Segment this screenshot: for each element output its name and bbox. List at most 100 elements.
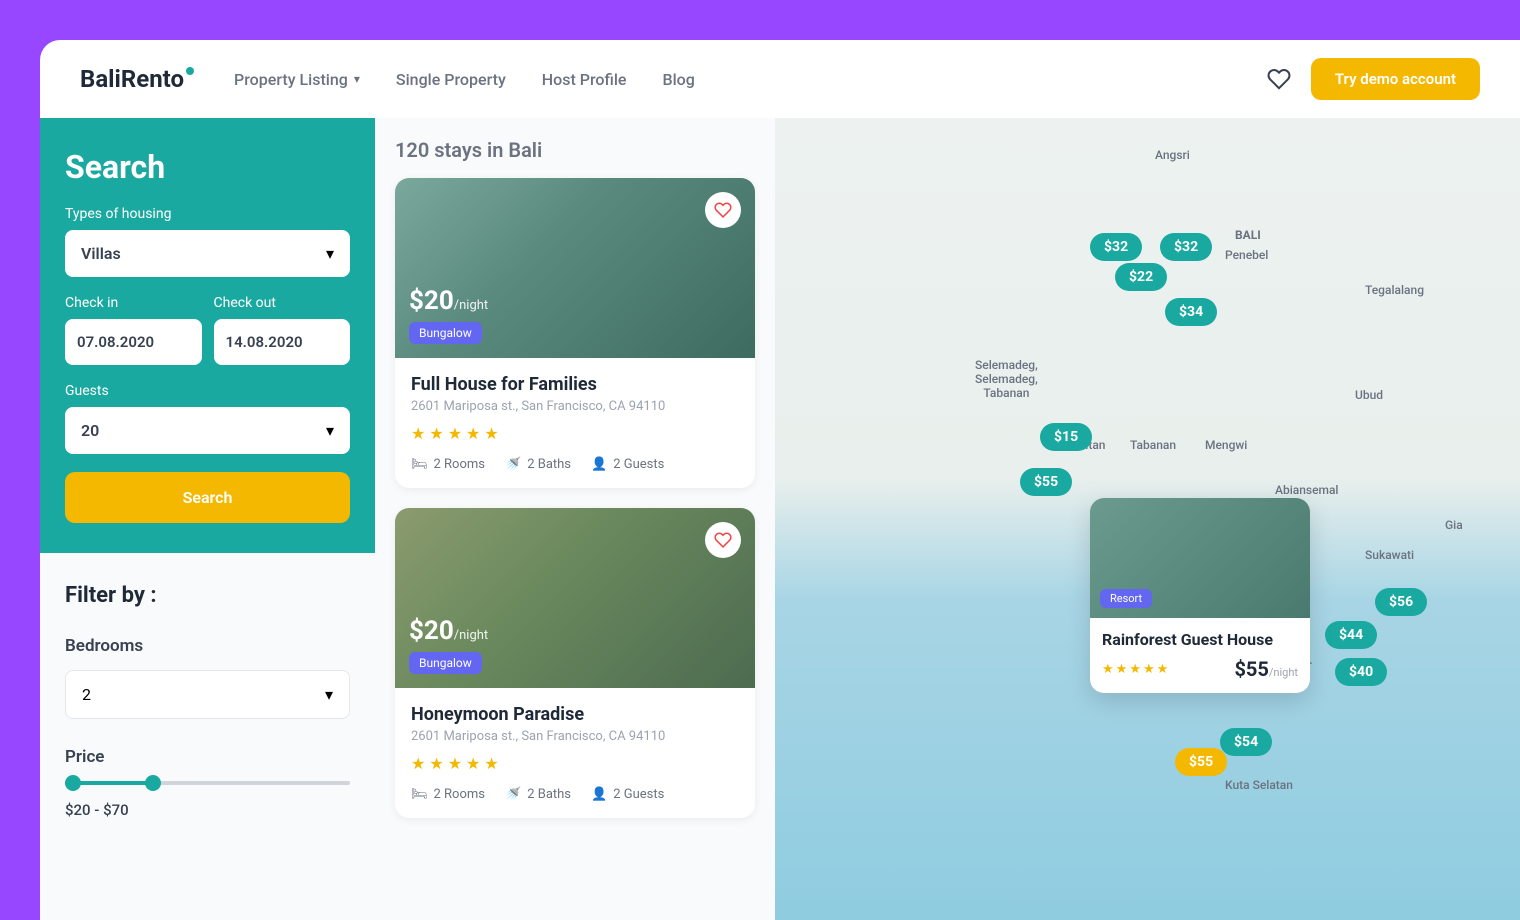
- map-label-abiansemal: Abiansemal: [1275, 483, 1339, 497]
- filter-title: Filter by :: [65, 583, 350, 608]
- shower-icon: 🚿: [505, 457, 521, 472]
- housing-select[interactable]: Villas ▾: [65, 230, 350, 277]
- map-price-pin[interactable]: $56: [1375, 588, 1427, 616]
- price-range-text: $20 - $70: [65, 801, 350, 819]
- checkout-label: Check out: [214, 295, 351, 311]
- popup-stars: ★★★★★: [1102, 662, 1168, 677]
- shower-icon: 🚿: [505, 787, 521, 802]
- stat-baths: 🚿2 Baths: [505, 787, 571, 802]
- bedrooms-select[interactable]: 2 ▾: [65, 670, 350, 719]
- listing-tag: Bungalow: [409, 322, 482, 344]
- map-label-mengwi: Mengwi: [1205, 438, 1247, 452]
- guests-value: 20: [81, 421, 99, 440]
- stat-rooms: 🛏2 Rooms: [411, 457, 485, 472]
- map-label-gianyar: Gia: [1445, 518, 1463, 532]
- star-icon: ★: [411, 754, 425, 773]
- listing-image: $20/night Bungalow: [395, 508, 755, 688]
- listing-title: Full House for Families: [411, 374, 739, 395]
- map[interactable]: Angsri BALI Penebel Tegalalang Ubud Sele…: [775, 118, 1520, 920]
- map-price-pin[interactable]: $44: [1325, 621, 1377, 649]
- bedrooms-value: 2: [82, 685, 91, 704]
- nav-host-profile[interactable]: Host Profile: [542, 70, 627, 89]
- star-icon: ★: [448, 754, 462, 773]
- logo[interactable]: BaliRento: [80, 65, 194, 93]
- map-price-pin[interactable]: $15: [1040, 423, 1092, 451]
- demo-account-button[interactable]: Try demo account: [1311, 58, 1480, 100]
- stat-guests: 👤2 Guests: [591, 457, 664, 472]
- card-body: Honeymoon Paradise 2601 Mariposa st., Sa…: [395, 688, 755, 818]
- chevron-down-icon: ▾: [325, 685, 333, 704]
- map-label-sukawati: Sukawati: [1365, 548, 1414, 562]
- listing-address: 2601 Mariposa st., San Francisco, CA 941…: [411, 729, 739, 744]
- content: Search Types of housing Villas ▾ Check i…: [40, 118, 1520, 920]
- slider-thumb-min[interactable]: [65, 775, 81, 791]
- star-icon: ★: [448, 424, 462, 443]
- price-unit: /night: [454, 298, 488, 313]
- star-icon: ★: [429, 424, 443, 443]
- listing-image: $20/night Bungalow: [395, 178, 755, 358]
- bed-icon: 🛏: [411, 787, 428, 802]
- map-price-pin[interactable]: $32: [1090, 233, 1142, 261]
- listing-price: $20: [409, 286, 454, 316]
- slider-thumb-max[interactable]: [145, 775, 161, 791]
- person-icon: 👤: [591, 787, 607, 802]
- nav-single-property[interactable]: Single Property: [396, 70, 506, 89]
- star-icon: ★: [429, 754, 443, 773]
- map-price-pin[interactable]: $32: [1160, 233, 1212, 261]
- nav-blog[interactable]: Blog: [663, 70, 695, 89]
- brand-text: BaliRento: [80, 65, 184, 93]
- checkin-input[interactable]: 07.08.2020: [65, 319, 202, 365]
- favorite-button[interactable]: [705, 522, 741, 558]
- star-icon: ★: [1143, 662, 1155, 677]
- map-label-kuta: Kuta Selatan: [1225, 778, 1293, 792]
- search-title: Search: [65, 148, 350, 186]
- chevron-down-icon: ▾: [326, 421, 334, 440]
- map-price-pin[interactable]: $40: [1335, 658, 1387, 686]
- listing-card[interactable]: $20/night Bungalow Honeymoon Paradise 26…: [395, 508, 755, 818]
- favorites-button[interactable]: [1267, 67, 1291, 91]
- app-window: BaliRento Property Listing ▾ Single Prop…: [40, 40, 1520, 920]
- map-price-pin-active[interactable]: $55: [1175, 748, 1227, 776]
- map-price-pin[interactable]: $34: [1165, 298, 1217, 326]
- listing-title: Honeymoon Paradise: [411, 704, 739, 725]
- search-panel: Search Types of housing Villas ▾ Check i…: [40, 118, 375, 553]
- star-icon: ★: [1102, 662, 1114, 677]
- checkout-input[interactable]: 14.08.2020: [214, 319, 351, 365]
- star-icon: ★: [411, 424, 425, 443]
- listings-title: 120 stays in Bali: [395, 138, 755, 162]
- popup-body: Rainforest Guest House ★★★★★ $55/night: [1090, 618, 1310, 693]
- star-icon: ★: [466, 424, 480, 443]
- stat-baths: 🚿2 Baths: [505, 457, 571, 472]
- star-icon: ★: [484, 424, 498, 443]
- map-price-pin[interactable]: $22: [1115, 263, 1167, 291]
- checkin-col: Check in 07.08.2020: [65, 295, 202, 365]
- map-label-tegalalang: Tegalalang: [1365, 283, 1424, 297]
- rating-stars: ★★★★★: [411, 754, 739, 773]
- search-button[interactable]: Search: [65, 472, 350, 523]
- favorite-button[interactable]: [705, 192, 741, 228]
- nav-label: Property Listing: [234, 70, 348, 89]
- popup-row: ★★★★★ $55/night: [1102, 657, 1298, 681]
- person-icon: 👤: [591, 457, 607, 472]
- card-body: Full House for Families 2601 Mariposa st…: [395, 358, 755, 488]
- nav-property-listing[interactable]: Property Listing ▾: [234, 70, 360, 89]
- guests-select[interactable]: 20 ▾: [65, 407, 350, 454]
- chevron-down-icon: ▾: [326, 244, 334, 263]
- listing-card[interactable]: $20/night Bungalow Full House for Famili…: [395, 178, 755, 488]
- map-price-pin[interactable]: $55: [1020, 468, 1072, 496]
- map-label-tabanan: Tabanan: [1130, 438, 1176, 452]
- heart-icon: [714, 201, 732, 219]
- chevron-down-icon: ▾: [354, 72, 360, 86]
- housing-label: Types of housing: [65, 206, 350, 222]
- price-label: Price: [65, 747, 350, 767]
- heart-icon: [1267, 67, 1291, 91]
- star-icon: ★: [1157, 662, 1169, 677]
- star-icon: ★: [1129, 662, 1141, 677]
- stat-rooms: 🛏2 Rooms: [411, 787, 485, 802]
- checkin-label: Check in: [65, 295, 202, 311]
- rating-stars: ★★★★★: [411, 424, 739, 443]
- map-popup[interactable]: Resort Rainforest Guest House ★★★★★ $55/…: [1090, 498, 1310, 693]
- price-slider[interactable]: [65, 781, 350, 785]
- listing-tag: Bungalow: [409, 652, 482, 674]
- map-price-pin[interactable]: $54: [1220, 728, 1272, 756]
